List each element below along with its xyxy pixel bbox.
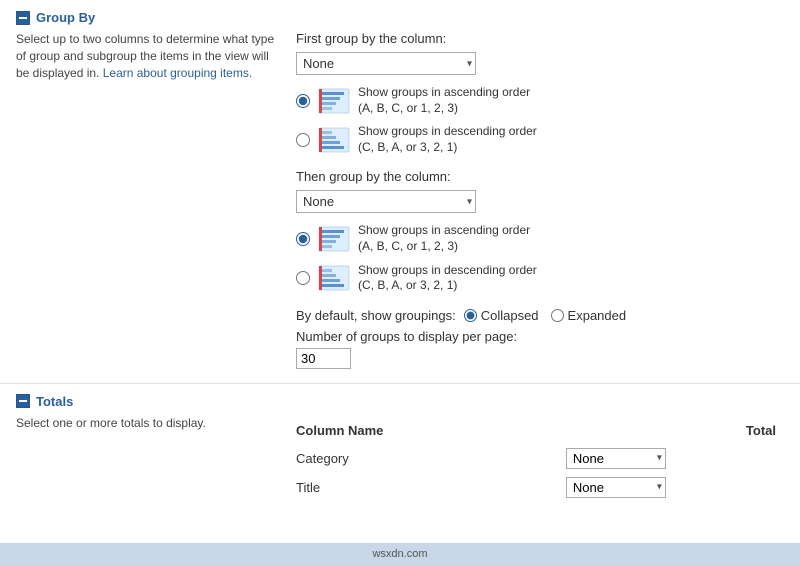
- expanded-label: Expanded: [568, 308, 627, 323]
- first-group-select-wrapper: None ▾: [296, 52, 476, 75]
- page-footer: wsxdn.com: [0, 543, 800, 565]
- learn-more-link[interactable]: Learn about grouping items.: [103, 66, 252, 80]
- then-desc-option[interactable]: Show groups in descending order (C, B, A…: [296, 263, 784, 294]
- then-group-select[interactable]: None: [296, 190, 476, 213]
- total-header: Total: [566, 419, 784, 444]
- num-groups-label: Number of groups to display per page:: [296, 329, 784, 344]
- then-group-select-wrapper: None ▾: [296, 190, 476, 213]
- first-desc-icon: [318, 127, 350, 153]
- then-desc-radio[interactable]: [296, 271, 310, 285]
- totals-table: Column Name Total CategoryNone▾TitleNone…: [296, 419, 784, 502]
- collapse-icon[interactable]: [16, 11, 30, 25]
- first-group-label: First group by the column:: [296, 31, 784, 46]
- first-asc-icon: [318, 88, 350, 114]
- first-desc-radio[interactable]: [296, 133, 310, 147]
- first-group-select[interactable]: None: [296, 52, 476, 75]
- then-asc-icon: [318, 226, 350, 252]
- total-select-cell: None▾: [566, 444, 784, 473]
- col-name-header: Column Name: [296, 419, 566, 444]
- total-select-cell: None▾: [566, 473, 784, 502]
- first-desc-text: Show groups in descending order (C, B, A…: [358, 124, 537, 155]
- num-groups-input[interactable]: [296, 348, 351, 369]
- group-by-title: Group By: [36, 10, 95, 25]
- totals-description: Select one or more totals to display.: [16, 415, 276, 432]
- total-select-1[interactable]: None: [566, 477, 666, 498]
- table-row: CategoryNone▾: [296, 444, 784, 473]
- then-desc-text: Show groups in descending order (C, B, A…: [358, 263, 537, 294]
- show-groupings-row: By default, show groupings: Collapsed Ex…: [296, 308, 784, 323]
- first-asc-option[interactable]: Show groups in ascending order (A, B, C,…: [296, 85, 784, 116]
- first-asc-text: Show groups in ascending order (A, B, C,…: [358, 85, 530, 116]
- then-group-label: Then group by the column:: [296, 169, 784, 184]
- totals-title: Totals: [36, 394, 73, 409]
- totals-collapse-icon[interactable]: [16, 394, 30, 408]
- expanded-option[interactable]: Expanded: [551, 308, 627, 323]
- collapsed-label: Collapsed: [481, 308, 539, 323]
- total-column-name: Title: [296, 473, 566, 502]
- collapsed-radio[interactable]: [464, 309, 477, 322]
- then-desc-icon: [318, 265, 350, 291]
- collapsed-option[interactable]: Collapsed: [464, 308, 539, 323]
- total-select-0[interactable]: None: [566, 448, 666, 469]
- then-asc-text: Show groups in ascending order (A, B, C,…: [358, 223, 530, 254]
- first-asc-radio[interactable]: [296, 94, 310, 108]
- total-column-name: Category: [296, 444, 566, 473]
- expanded-radio[interactable]: [551, 309, 564, 322]
- group-by-description: Select up to two columns to determine wh…: [16, 31, 276, 81]
- table-row: TitleNone▾: [296, 473, 784, 502]
- then-asc-option[interactable]: Show groups in ascending order (A, B, C,…: [296, 223, 784, 254]
- first-desc-option[interactable]: Show groups in descending order (C, B, A…: [296, 124, 784, 155]
- show-groupings-label: By default, show groupings:: [296, 308, 456, 323]
- then-asc-radio[interactable]: [296, 232, 310, 246]
- footer-text: wsxdn.com: [372, 548, 427, 560]
